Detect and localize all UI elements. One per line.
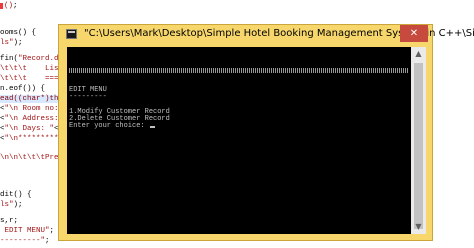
- console-line: ---------: [69, 93, 107, 101]
- close-button[interactable]: ✕: [400, 25, 428, 42]
- console-prompt: Enter your choice:: [69, 122, 149, 130]
- breakpoint-marker: [0, 3, 3, 9]
- code-line: EDIT MENU";: [0, 227, 55, 235]
- code-line: n.eof()) {: [0, 85, 46, 93]
- code-line: s,r;: [0, 217, 19, 225]
- code-line: <"\n**********: [0, 135, 64, 143]
- console-window[interactable]: "C:\Users\Mark\Desktop\Simple Hotel Book…: [58, 24, 474, 241]
- console-separator: [69, 68, 409, 73]
- text-cursor: [149, 126, 155, 128]
- console-prompt-line: Enter your choice:: [69, 122, 155, 130]
- code-line: ls");: [0, 201, 23, 209]
- title-bar[interactable]: "C:\Users\Mark\Desktop\Simple Hotel Book…: [59, 25, 474, 44]
- code-line: \t\t\t List: [0, 65, 64, 73]
- scroll-down-icon[interactable]: ▼: [411, 220, 426, 234]
- code-line: ooms() {: [0, 29, 37, 37]
- scroll-thumb[interactable]: [414, 63, 423, 229]
- console-app-icon: [66, 29, 77, 39]
- code-line: dit() {: [0, 191, 32, 199]
- vertical-scrollbar[interactable]: ▲ ▼: [411, 47, 426, 234]
- code-line: ();: [4, 2, 18, 10]
- code-line: ---------";: [0, 237, 50, 245]
- code-line: ls");: [0, 39, 23, 47]
- scroll-up-icon[interactable]: ▲: [411, 47, 426, 61]
- console-output[interactable]: EDIT MENU --------- 1.Modify Customer Re…: [67, 47, 411, 234]
